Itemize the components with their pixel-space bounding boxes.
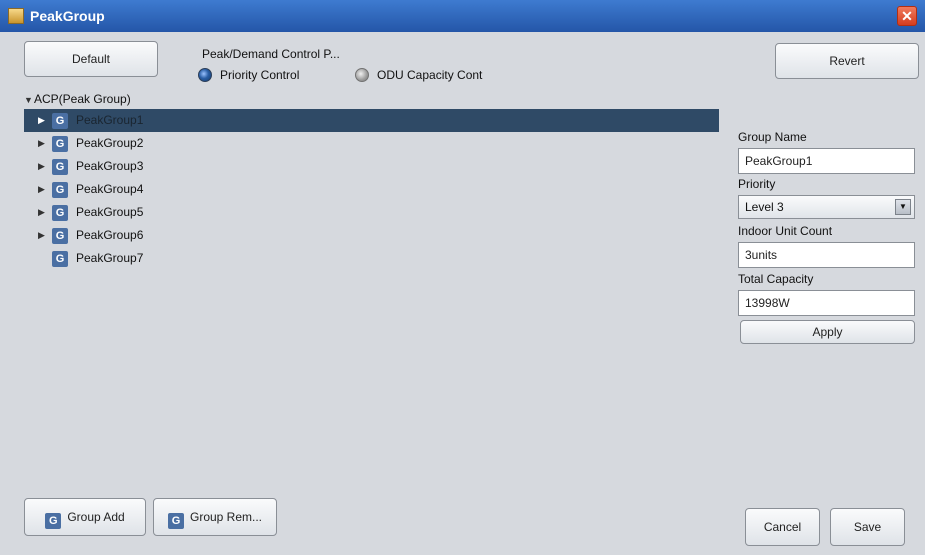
- group-remove-label: Group Rem...: [189, 510, 263, 524]
- close-icon[interactable]: ✕: [897, 6, 917, 26]
- group-name-field[interactable]: [738, 148, 915, 174]
- tree-item-peakgroup4[interactable]: ▶ G PeakGroup4: [24, 178, 719, 201]
- priority-select-value: Level 3: [745, 200, 784, 214]
- total-capacity-label: Total Capacity: [738, 272, 814, 286]
- dropdown-arrow-icon[interactable]: ▼: [895, 199, 911, 215]
- group-icon: G: [52, 136, 68, 152]
- tree-item-peakgroup5[interactable]: ▶ G PeakGroup5: [24, 201, 719, 224]
- peak-demand-control-label: Peak/Demand Control P...: [202, 47, 340, 61]
- group-icon: G: [52, 182, 68, 198]
- collapsed-arrow-icon[interactable]: ▶: [38, 178, 48, 201]
- peak-group-tree: ▶ G PeakGroup1 ▶ G PeakGroup2 ▶ G PeakGr…: [24, 109, 719, 270]
- priority-control-label: Priority Control: [220, 68, 300, 82]
- priority-select[interactable]: Level 3 ▼: [738, 195, 915, 219]
- radio-selected-icon: [198, 68, 212, 82]
- group-icon: G: [52, 159, 68, 175]
- tree-item-label: PeakGroup2: [76, 136, 144, 150]
- radio-unselected-icon: [355, 68, 369, 82]
- app-icon: [8, 8, 24, 24]
- group-icon: G: [52, 113, 68, 129]
- tree-item-peakgroup1[interactable]: ▶ G PeakGroup1: [24, 109, 719, 132]
- revert-button[interactable]: Revert: [775, 43, 919, 79]
- default-button[interactable]: Default: [24, 41, 158, 77]
- tree-item-label: PeakGroup7: [76, 251, 144, 265]
- tree-root-label: ACP(Peak Group): [34, 92, 131, 106]
- group-add-button[interactable]: G Group Add: [24, 498, 146, 536]
- collapsed-arrow-icon[interactable]: ▶: [38, 224, 48, 247]
- save-button[interactable]: Save: [830, 508, 905, 546]
- priority-control-radio[interactable]: Priority Control: [198, 68, 299, 82]
- tree-item-peakgroup6[interactable]: ▶ G PeakGroup6: [24, 224, 719, 247]
- title-bar: PeakGroup ✕: [0, 0, 925, 32]
- window-title: PeakGroup: [30, 8, 105, 24]
- group-icon: G: [52, 205, 68, 221]
- group-name-label: Group Name: [738, 130, 807, 144]
- tree-item-label: PeakGroup1: [76, 113, 144, 127]
- group-icon: G: [45, 513, 62, 529]
- peakgroup-window: PeakGroup ✕ Default Peak/Demand Control …: [0, 0, 925, 555]
- collapsed-arrow-icon[interactable]: ▶: [38, 155, 48, 178]
- priority-label: Priority: [738, 177, 776, 191]
- tree-item-peakgroup7[interactable]: G PeakGroup7: [24, 247, 719, 270]
- tree-item-label: PeakGroup4: [76, 182, 144, 196]
- cancel-button[interactable]: Cancel: [745, 508, 820, 546]
- tree-item-peakgroup3[interactable]: ▶ G PeakGroup3: [24, 155, 719, 178]
- group-icon: G: [52, 228, 68, 244]
- group-icon: G: [52, 251, 68, 267]
- indoor-unit-count-label: Indoor Unit Count: [738, 224, 833, 238]
- group-icon: G: [167, 513, 184, 529]
- tree-root[interactable]: ▼ACP(Peak Group): [24, 92, 131, 106]
- tree-item-label: PeakGroup5: [76, 205, 144, 219]
- indoor-unit-count-field[interactable]: [738, 242, 915, 268]
- collapsed-arrow-icon[interactable]: ▶: [38, 109, 48, 132]
- collapsed-arrow-icon[interactable]: ▶: [38, 132, 48, 155]
- total-capacity-field[interactable]: [738, 290, 915, 316]
- apply-button[interactable]: Apply: [740, 320, 915, 344]
- tree-item-peakgroup2[interactable]: ▶ G PeakGroup2: [24, 132, 719, 155]
- expanded-arrow-icon: ▼: [24, 95, 33, 105]
- group-add-label: Group Add: [67, 510, 125, 524]
- tree-item-label: PeakGroup6: [76, 228, 144, 242]
- group-remove-button[interactable]: G Group Rem...: [153, 498, 277, 536]
- odu-capacity-control-radio[interactable]: ODU Capacity Cont: [355, 68, 482, 82]
- odu-capacity-control-label: ODU Capacity Cont: [377, 68, 483, 82]
- collapsed-arrow-icon[interactable]: ▶: [38, 201, 48, 224]
- tree-item-label: PeakGroup3: [76, 159, 144, 173]
